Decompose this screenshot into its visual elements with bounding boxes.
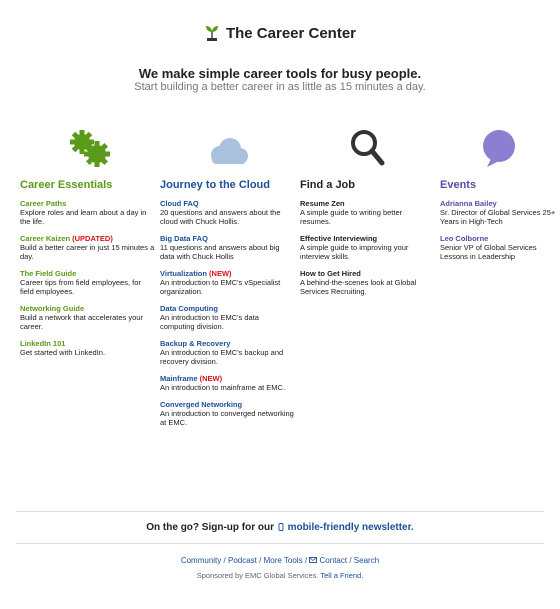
list-item: Leo Colborne Senior VP of Global Service… (440, 234, 558, 261)
item-description: Build a network that accelerates your ca… (20, 313, 143, 331)
list-item: Adrianna Bailey Sr. Director of Global S… (440, 199, 558, 226)
column-events: Events Adrianna Bailey Sr. Director of G… (440, 127, 558, 261)
sprout-logo-icon (205, 26, 218, 41)
footer-link-contact[interactable]: Contact (320, 556, 348, 565)
item-description: A behind-the-scenes look at Global Servi… (300, 278, 417, 296)
item-description: Sr. Director of Global Services 25+ Year… (440, 208, 556, 226)
tagline: We make simple career tools for busy peo… (138, 66, 422, 81)
list-item: How to Get Hired A behind-the-scenes loo… (300, 269, 435, 296)
item-link[interactable]: Effective Interviewing (300, 234, 435, 243)
updated-badge: (UPDATED) (72, 234, 113, 243)
newsletter-cta: On the go? Sign-up for our mobile-friend… (0, 522, 560, 533)
contact-icon (309, 557, 318, 563)
item-link[interactable]: Virtualization (NEW) (160, 269, 295, 278)
item-description: An introduction to EMC's data computing … (160, 313, 259, 331)
list-item: Networking Guide Build a network that ac… (20, 304, 155, 331)
item-description: 20 questions and answers about the cloud… (160, 208, 281, 226)
item-link[interactable]: Career Kaizen (UPDATED) (20, 234, 155, 243)
item-description: A simple guide to improving your intervi… (300, 243, 409, 261)
column-title[interactable]: Journey to the Cloud (160, 179, 295, 191)
sponsor-text: Sponsored by EMC Global Services. (196, 571, 319, 580)
item-link[interactable]: Adrianna Bailey (440, 199, 558, 208)
footer-link-more-tools[interactable]: More Tools (264, 556, 303, 565)
item-description: Explore roles and learn about a day in t… (20, 208, 147, 226)
item-link[interactable]: Cloud FAQ (160, 199, 295, 208)
item-description: Build a better career in just 15 minutes… (20, 243, 155, 261)
list-item: Career Paths Explore roles and learn abo… (20, 199, 155, 226)
item-link[interactable]: The Field Guide (20, 269, 155, 278)
subline: Start building a better career in as lit… (134, 81, 426, 93)
list-item: Backup & Recovery An introduction to EMC… (160, 339, 295, 366)
brand-name: The Career Center (225, 24, 357, 42)
column-title[interactable]: Career Essentials (20, 179, 155, 191)
column-title[interactable]: Events (440, 179, 558, 191)
list-item: Big Data FAQ 11 questions and answers ab… (160, 234, 295, 261)
divider (16, 511, 544, 512)
list-item: Data Computing An introduction to EMC's … (160, 304, 295, 331)
list-item: Cloud FAQ 20 questions and answers about… (160, 199, 295, 226)
list-item: Effective Interviewing A simple guide to… (300, 234, 435, 261)
footer-link-community[interactable]: Community (181, 556, 221, 565)
site-header: The Career Center (0, 24, 560, 47)
list-item: Career Kaizen (UPDATED) Build a better c… (20, 234, 155, 261)
item-description: An introduction to EMC's backup and reco… (160, 348, 284, 366)
item-description: An introduction to EMC's vSpecialist org… (160, 278, 281, 296)
column-journey-to-the-cloud: Journey to the Cloud Cloud FAQ 20 questi… (160, 127, 295, 427)
item-description: Career tips from field employees, for fi… (20, 278, 141, 296)
cloud-icon (160, 127, 295, 169)
list-item: Converged Networking An introduction to … (160, 400, 295, 427)
item-link[interactable]: How to Get Hired (300, 269, 435, 278)
brand[interactable]: The Career Center (204, 24, 356, 42)
item-link[interactable]: Resume Zen (300, 199, 435, 208)
column-title[interactable]: Find a Job (300, 179, 435, 191)
list-item: Mainframe (NEW) An introduction to mainf… (160, 374, 295, 392)
divider (16, 543, 544, 544)
item-link[interactable]: Leo Colborne (440, 234, 558, 243)
footer-nav: Community / Podcast / More Tools / Conta… (180, 556, 380, 565)
item-description: Get started with LinkedIn. (20, 348, 106, 357)
new-badge: (NEW) (209, 269, 232, 278)
footer-link-podcast[interactable]: Podcast (228, 556, 257, 565)
list-item: LinkedIn 101 Get started with LinkedIn. (20, 339, 155, 357)
item-description: An introduction to converged networking … (160, 409, 294, 427)
item-description: Senior VP of Global Services Lessons in … (440, 243, 537, 261)
item-description: 11 questions and answers about big data … (160, 243, 280, 261)
column-find-a-job: Find a Job Resume Zen A simple guide to … (300, 127, 435, 296)
speech-bubble-icon (440, 127, 558, 169)
gears-icon (20, 127, 155, 169)
list-item: Virtualization (NEW) An introduction to … (160, 269, 295, 296)
magnifier-icon (300, 127, 435, 169)
item-link[interactable]: LinkedIn 101 (20, 339, 155, 348)
sponsor-line: Sponsored by EMC Global Services. Tell a… (0, 571, 560, 580)
item-link[interactable]: Career Paths (20, 199, 155, 208)
new-badge: (NEW) (199, 374, 223, 383)
item-link[interactable]: Networking Guide (20, 304, 155, 313)
column-career-essentials: Career Essentials Career Paths Explore r… (20, 127, 155, 357)
item-link[interactable]: Backup & Recovery (160, 339, 295, 348)
newsletter-link[interactable]: mobile-friendly newsletter. (277, 522, 414, 533)
item-link[interactable]: Mainframe (NEW) (160, 374, 295, 383)
list-item: The Field Guide Career tips from field e… (20, 269, 155, 296)
phone-icon (278, 523, 284, 531)
item-description: A simple guide to writing better resumes… (300, 208, 403, 226)
item-link[interactable]: Converged Networking (160, 400, 295, 409)
cta-text: On the go? Sign-up for our (146, 522, 275, 533)
item-link[interactable]: Big Data FAQ (160, 234, 295, 243)
list-item: Resume Zen A simple guide to writing bet… (300, 199, 435, 226)
tell-a-friend-link[interactable]: Tell a Friend. (320, 571, 363, 580)
footer-link-search[interactable]: Search (354, 556, 379, 565)
item-description: An introduction to mainframe at EMC. (160, 383, 286, 392)
item-link[interactable]: Data Computing (160, 304, 295, 313)
